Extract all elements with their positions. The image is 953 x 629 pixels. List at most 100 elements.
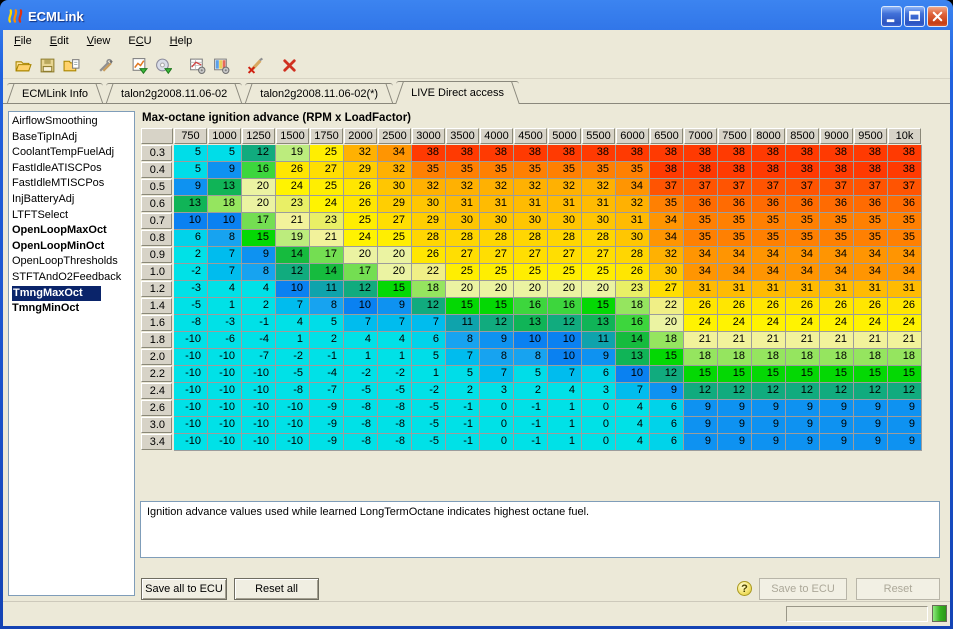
grid-cell[interactable]: 28	[446, 230, 480, 247]
grid-cell[interactable]: 7	[344, 315, 378, 332]
grid-cell[interactable]: 38	[888, 145, 922, 162]
grid-cell[interactable]: 35	[514, 162, 548, 179]
grid-cell[interactable]: 35	[548, 162, 582, 179]
grid-cell[interactable]: -10	[276, 417, 310, 434]
grid-cell[interactable]: 0	[480, 417, 514, 434]
grid-cell[interactable]: 24	[684, 315, 718, 332]
grid-cell[interactable]: 18	[208, 196, 242, 213]
grid-cell[interactable]: 5	[310, 315, 344, 332]
grid-cell[interactable]: 32	[412, 179, 446, 196]
grid-cell[interactable]: 9	[854, 417, 888, 434]
grid-cell[interactable]: 38	[752, 162, 786, 179]
grid-cell[interactable]: 27	[650, 281, 684, 298]
grid-cell[interactable]: 25	[514, 264, 548, 281]
grid-cell[interactable]: -8	[344, 434, 378, 451]
grid-cell[interactable]: 20	[378, 247, 412, 264]
grid-cell[interactable]: 9	[480, 332, 514, 349]
grid-cell[interactable]: 38	[684, 162, 718, 179]
grid-cell[interactable]: 35	[446, 162, 480, 179]
grid-cell[interactable]: 24	[888, 315, 922, 332]
grid-cell[interactable]: 18	[412, 281, 446, 298]
list-item-openloopthresholds[interactable]: OpenLoopThresholds	[9, 254, 134, 270]
grid-cell[interactable]: 9	[650, 383, 684, 400]
grid-cell[interactable]: 28	[514, 230, 548, 247]
grid-cell[interactable]: 30	[582, 213, 616, 230]
grid-cell[interactable]: 11	[310, 281, 344, 298]
grid-cell[interactable]: 10	[616, 366, 650, 383]
grid-cell[interactable]: 4	[616, 434, 650, 451]
grid-cell[interactable]: 9	[820, 400, 854, 417]
grid-cell[interactable]: 19	[276, 230, 310, 247]
grid-cell[interactable]: -1	[242, 315, 276, 332]
grid-cell[interactable]: 4	[242, 281, 276, 298]
grid-cell[interactable]: 1	[548, 417, 582, 434]
reset-all-button[interactable]: Reset all	[234, 578, 319, 600]
grid-cell[interactable]: 21	[684, 332, 718, 349]
grid-cell[interactable]: 15	[378, 281, 412, 298]
grid-cell[interactable]: 16	[616, 315, 650, 332]
grid-cell[interactable]: -3	[208, 315, 242, 332]
grid-cell[interactable]: 9	[208, 162, 242, 179]
delete-icon[interactable]	[277, 54, 301, 76]
grid-cell[interactable]: 20	[344, 247, 378, 264]
grid-cell[interactable]: 4	[276, 315, 310, 332]
grid-cell[interactable]: 10	[548, 349, 582, 366]
grid-cell[interactable]: 31	[786, 281, 820, 298]
grid-cell[interactable]: 34	[650, 213, 684, 230]
grid-cell[interactable]: 31	[616, 213, 650, 230]
grid-cell[interactable]: 15	[718, 366, 752, 383]
clear-markup-icon[interactable]	[243, 54, 267, 76]
grid-cell[interactable]: 38	[412, 145, 446, 162]
menu-edit[interactable]: Edit	[41, 32, 78, 50]
row-header-3.4[interactable]: 3.4	[141, 434, 172, 450]
grid-cell[interactable]: 6	[650, 400, 684, 417]
grid-cell[interactable]: 35	[820, 230, 854, 247]
grid-cell[interactable]: -1	[446, 400, 480, 417]
grid-cell[interactable]: 14	[310, 264, 344, 281]
grid-cell[interactable]: 36	[854, 196, 888, 213]
grid-cell[interactable]: 9	[684, 434, 718, 451]
grid-cell[interactable]: 34	[786, 247, 820, 264]
grid-cell[interactable]: 20	[378, 264, 412, 281]
grid-cell[interactable]: 24	[276, 179, 310, 196]
grid-cell[interactable]: 17	[242, 213, 276, 230]
grid-cell[interactable]: -8	[174, 315, 208, 332]
grid-cell[interactable]: 0	[582, 400, 616, 417]
grid-cell[interactable]: 15	[820, 366, 854, 383]
grid-cell[interactable]: 18	[752, 349, 786, 366]
grid-cell[interactable]: 7	[446, 349, 480, 366]
grid-cell[interactable]: 38	[786, 162, 820, 179]
grid-cell[interactable]: 31	[548, 196, 582, 213]
grid-cell[interactable]: 9	[786, 417, 820, 434]
row-header-0.5[interactable]: 0.5	[141, 179, 172, 195]
grid-cell[interactable]: 6	[650, 434, 684, 451]
grid-cell[interactable]: 9	[752, 400, 786, 417]
grid-cell[interactable]: 37	[650, 179, 684, 196]
grid-cell[interactable]: 35	[854, 230, 888, 247]
grid-cell[interactable]: -10	[208, 417, 242, 434]
grid-cell[interactable]: 25	[446, 264, 480, 281]
grid-cell[interactable]: 25	[310, 179, 344, 196]
export-chart-icon[interactable]	[127, 54, 151, 76]
grid-cell[interactable]: -10	[174, 400, 208, 417]
grid-cell[interactable]: 10	[174, 213, 208, 230]
grid-cell[interactable]: -10	[208, 434, 242, 451]
grid-cell[interactable]: 26	[718, 298, 752, 315]
grid-cell[interactable]: 1	[344, 349, 378, 366]
row-header-0.6[interactable]: 0.6	[141, 196, 172, 212]
grid-cell[interactable]: 9	[820, 434, 854, 451]
grid-cell[interactable]: 23	[616, 281, 650, 298]
folder-document-icon[interactable]	[59, 54, 83, 76]
grid-cell[interactable]: 32	[344, 145, 378, 162]
grid-cell[interactable]: 9	[854, 434, 888, 451]
grid-cell[interactable]: 10	[344, 298, 378, 315]
grid-cell[interactable]: -10	[174, 332, 208, 349]
grid-cell[interactable]: 34	[820, 247, 854, 264]
grid-cell[interactable]: 9	[718, 434, 752, 451]
grid-cell[interactable]: 34	[378, 145, 412, 162]
grid-cell[interactable]: 15	[480, 298, 514, 315]
grid-cell[interactable]: 34	[684, 264, 718, 281]
grid-cell[interactable]: 16	[242, 162, 276, 179]
grid-cell[interactable]: 26	[888, 298, 922, 315]
grid-cell[interactable]: 34	[752, 247, 786, 264]
